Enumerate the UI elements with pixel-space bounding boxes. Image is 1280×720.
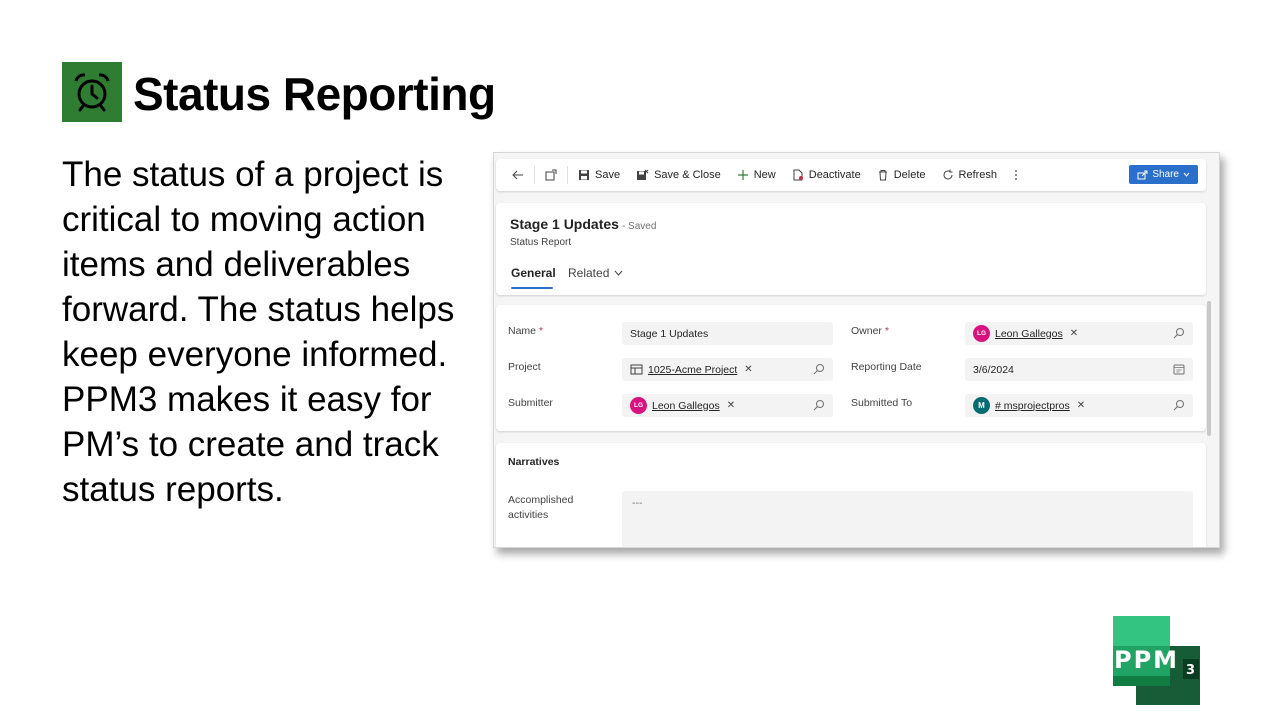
- search-icon[interactable]: [1173, 327, 1185, 339]
- deactivate-icon: [793, 169, 803, 181]
- owner-lookup-field[interactable]: LG Leon Gallegos ✕: [965, 322, 1193, 345]
- submitted-to-link[interactable]: # msprojectpros: [995, 400, 1070, 412]
- tab-related-label: Related: [568, 266, 610, 280]
- logo-text: PPM: [1114, 646, 1179, 674]
- save-button[interactable]: Save: [570, 159, 628, 191]
- open-in-new-window-button[interactable]: [537, 159, 565, 191]
- share-label: Share: [1152, 169, 1179, 180]
- refresh-icon: [943, 169, 953, 180]
- more-commands-button[interactable]: [1005, 159, 1027, 191]
- plus-icon: [737, 170, 748, 180]
- separator: [567, 166, 568, 184]
- name-label: Name *: [508, 325, 543, 337]
- share-button[interactable]: Share: [1129, 165, 1198, 184]
- calendar-icon[interactable]: [1173, 363, 1185, 375]
- search-icon[interactable]: [813, 399, 825, 411]
- submitted-to-label: Submitted To: [851, 397, 913, 409]
- project-link[interactable]: 1025-Acme Project: [648, 364, 737, 376]
- back-button[interactable]: [504, 159, 532, 191]
- ppm3-logo: PPM 3: [1112, 616, 1202, 706]
- save-icon: [579, 170, 589, 180]
- refresh-label: Refresh: [958, 169, 998, 181]
- save-status: - Saved: [621, 221, 657, 232]
- accomplished-activities-label: Accomplished activities: [508, 494, 574, 521]
- delete-label: Delete: [893, 169, 926, 181]
- status-report-screenshot: Save Save & Close New Deactivate Delete …: [493, 152, 1220, 548]
- new-label: New: [753, 169, 776, 181]
- project-icon: [630, 364, 643, 375]
- avatar: LG: [973, 325, 990, 342]
- submitted-to-lookup-field[interactable]: M # msprojectpros ✕: [965, 394, 1193, 417]
- record-header: Stage 1 Updates - Saved Status Report Gen…: [496, 203, 1206, 295]
- save-close-icon: [637, 169, 649, 180]
- reporting-date-label: Reporting Date: [851, 361, 922, 373]
- name-value: Stage 1 Updates: [630, 327, 709, 340]
- tab-general[interactable]: General: [511, 266, 556, 280]
- reporting-date-field[interactable]: 3/6/2024: [965, 358, 1193, 381]
- name-field[interactable]: Stage 1 Updates: [622, 322, 833, 345]
- deactivate-button[interactable]: Deactivate: [784, 159, 869, 191]
- trash-icon: [878, 170, 887, 181]
- submitter-lookup-field[interactable]: LG Leon Gallegos ✕: [622, 394, 833, 417]
- avatar: LG: [630, 397, 647, 414]
- record-title: Stage 1 Updates - Saved: [510, 216, 656, 232]
- required-indicator: *: [538, 325, 544, 337]
- deactivate-label: Deactivate: [808, 169, 861, 181]
- accomplished-activities-textarea[interactable]: ---: [622, 491, 1193, 547]
- alarm-clock-icon: [62, 62, 122, 122]
- remove-owner-icon[interactable]: ✕: [1070, 328, 1078, 339]
- name-label-text: Name: [508, 325, 537, 337]
- avatar: M: [973, 397, 990, 414]
- slide-title: Status Reporting: [133, 68, 496, 120]
- delete-button[interactable]: Delete: [869, 159, 934, 191]
- refresh-button[interactable]: Refresh: [934, 159, 1006, 191]
- save-close-label: Save & Close: [654, 169, 721, 181]
- share-icon: [1137, 170, 1148, 179]
- owner-tag[interactable]: LG Leon Gallegos ✕: [973, 325, 1078, 342]
- record-title-text: Stage 1 Updates: [510, 216, 619, 232]
- tab-related[interactable]: Related: [568, 266, 623, 280]
- owner-link[interactable]: Leon Gallegos: [995, 328, 1063, 340]
- save-and-close-button[interactable]: Save & Close: [628, 159, 729, 191]
- submitted-to-tag[interactable]: M # msprojectpros ✕: [973, 397, 1085, 414]
- active-tab-indicator: [511, 287, 553, 289]
- project-label: Project: [508, 361, 541, 373]
- submitter-link[interactable]: Leon Gallegos: [652, 400, 720, 412]
- required-indicator: *: [884, 325, 889, 337]
- chevron-down-icon: [614, 270, 623, 276]
- command-bar: Save Save & Close New Deactivate Delete …: [496, 159, 1206, 191]
- owner-label-text: Owner: [851, 325, 882, 337]
- search-icon[interactable]: [1173, 399, 1185, 411]
- remove-submitter-icon[interactable]: ✕: [727, 400, 735, 411]
- narratives-title: Narratives: [508, 456, 560, 468]
- new-button[interactable]: New: [729, 159, 784, 191]
- reporting-date-value: 3/6/2024: [973, 363, 1014, 376]
- separator: [534, 166, 535, 184]
- logo-superscript: 3: [1186, 663, 1195, 678]
- slide-body-text: The status of a project is critical to m…: [62, 155, 455, 509]
- project-lookup-field[interactable]: 1025-Acme Project ✕: [622, 358, 833, 381]
- save-label: Save: [595, 169, 621, 181]
- project-tag[interactable]: 1025-Acme Project ✕: [630, 364, 753, 376]
- submitter-tag[interactable]: LG Leon Gallegos ✕: [630, 397, 735, 414]
- remove-submitted-to-icon[interactable]: ✕: [1077, 400, 1085, 411]
- form-scrollbar[interactable]: [1207, 301, 1211, 436]
- more-icon: [1015, 170, 1017, 180]
- general-form-section: Name * Stage 1 Updates Owner * LG Leon G…: [496, 305, 1206, 431]
- chevron-down-icon: [1183, 172, 1190, 177]
- remove-project-icon[interactable]: ✕: [744, 364, 752, 375]
- record-type: Status Report: [510, 237, 572, 248]
- narratives-section: Narratives Accomplished activities ---: [496, 443, 1206, 547]
- submitter-label: Submitter: [508, 397, 553, 409]
- owner-label: Owner *: [851, 325, 889, 337]
- search-icon[interactable]: [813, 363, 825, 375]
